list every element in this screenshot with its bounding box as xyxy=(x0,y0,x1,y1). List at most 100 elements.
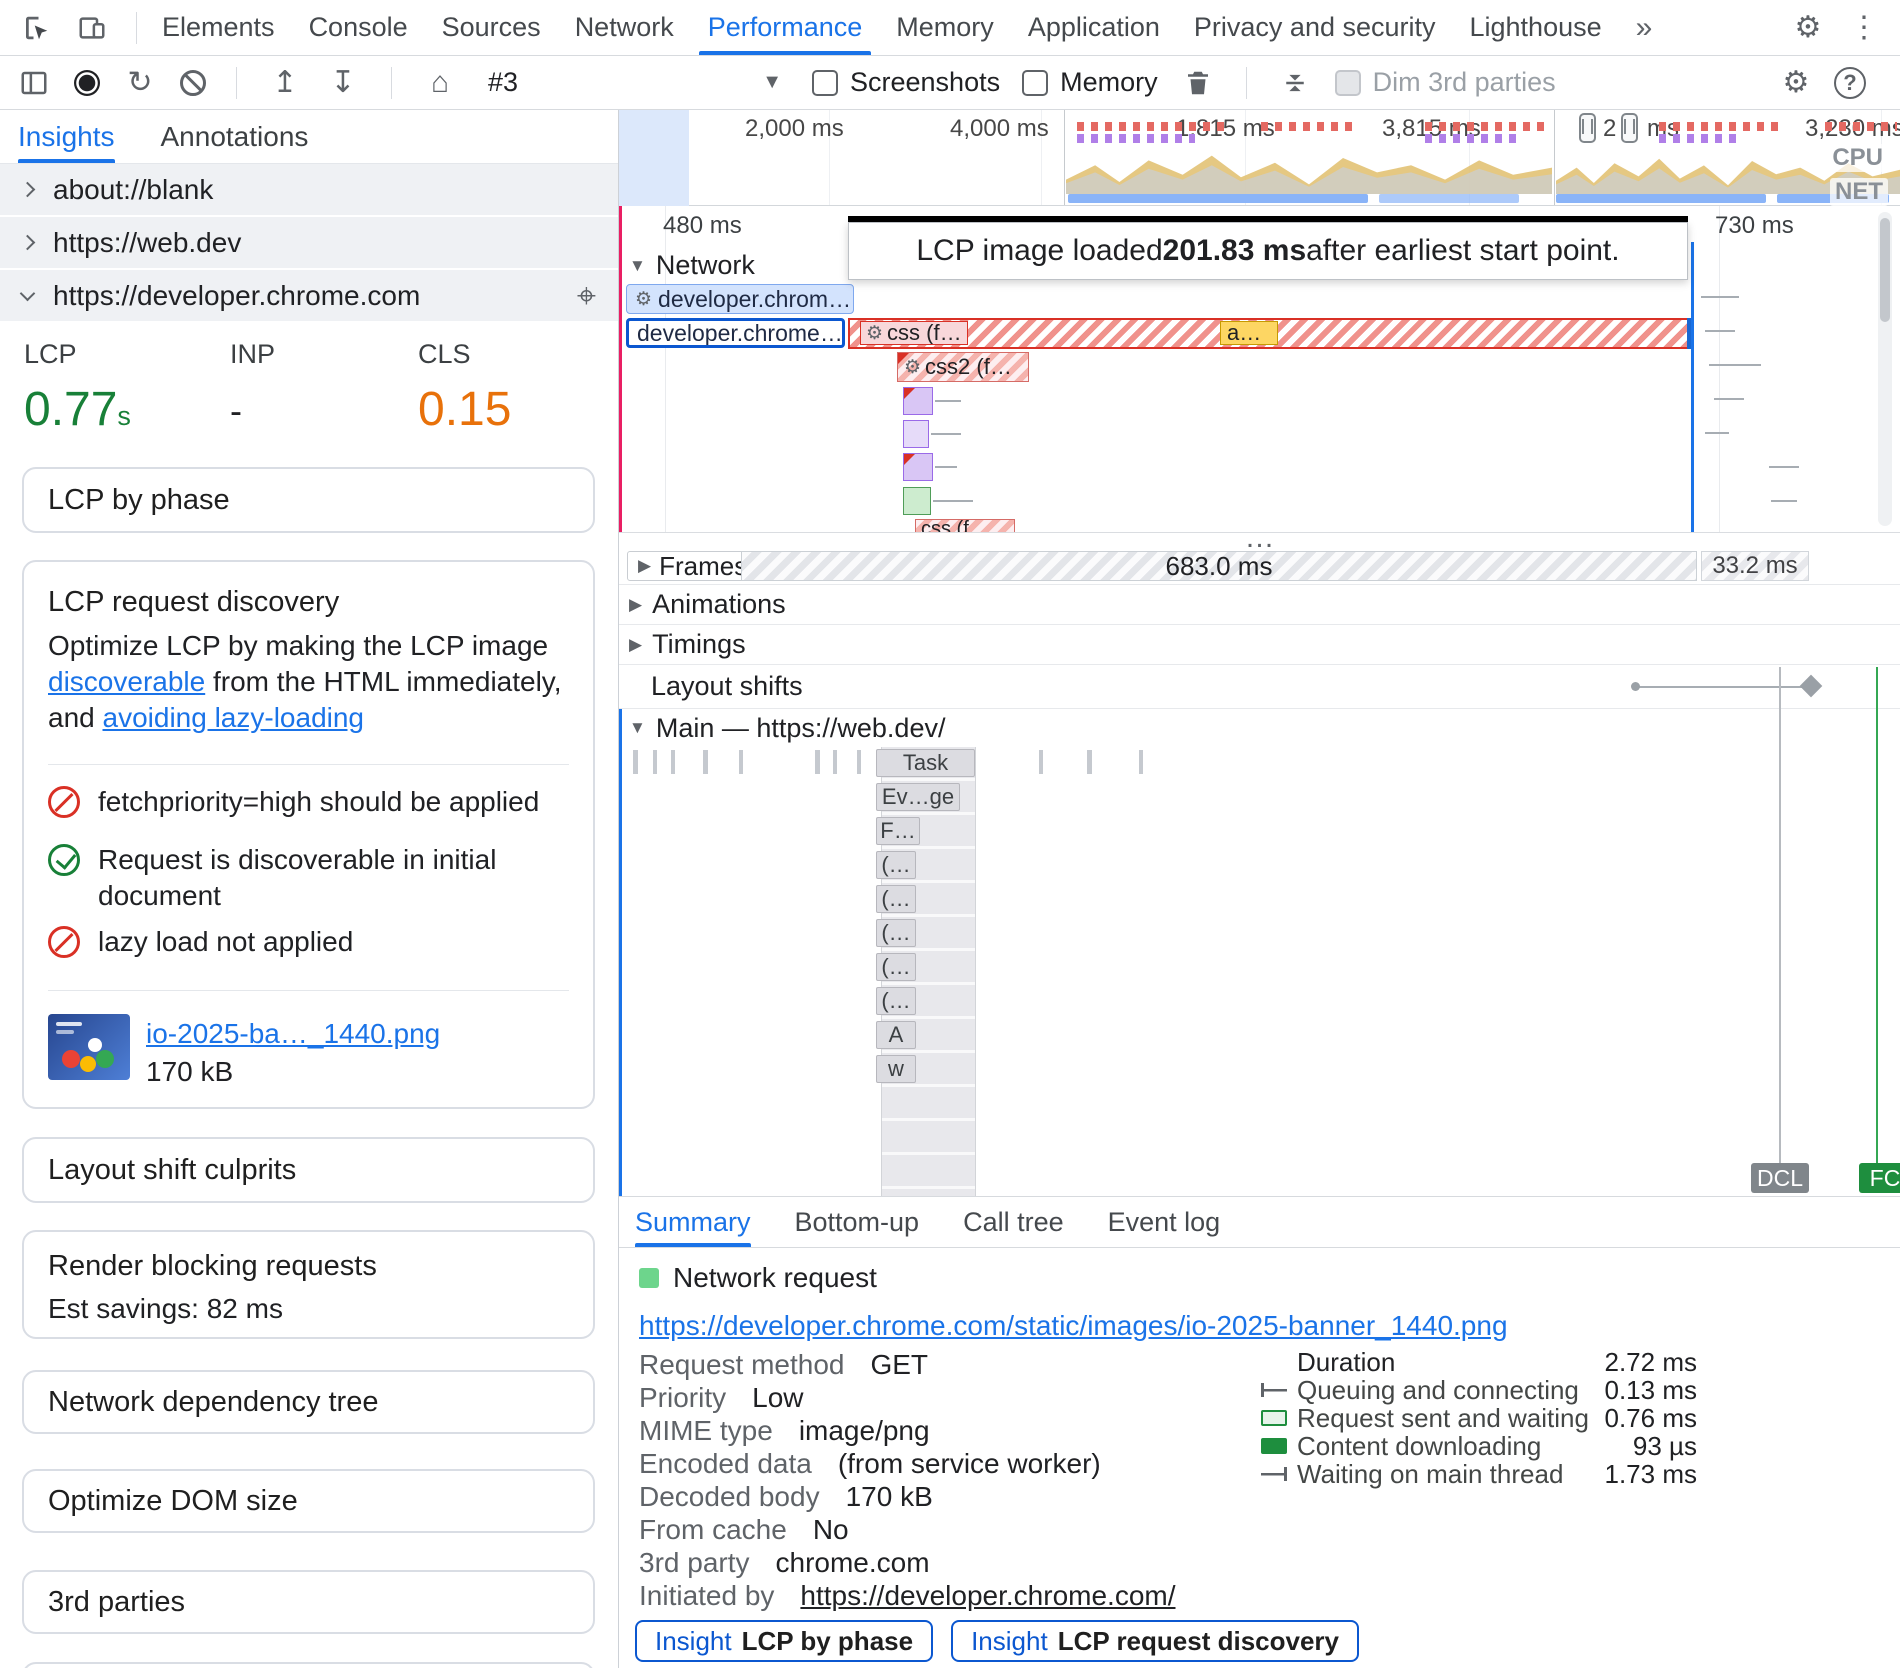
performance-settings-gear-icon[interactable]: ⚙ xyxy=(1778,65,1814,101)
inspect-element-icon[interactable] xyxy=(18,10,54,46)
main-thread-track-header[interactable]: ▼Main — https://web.dev/ xyxy=(619,709,1900,747)
dim-3rd-parties-checkbox[interactable]: Dim 3rd parties xyxy=(1335,67,1556,98)
task-bar[interactable]: (… xyxy=(876,953,916,981)
main-thread-flame-chart[interactable]: Task Ev…ge F… (… (… (… (… (… A w xyxy=(619,747,1900,1196)
window-left-handle[interactable] xyxy=(1579,113,1596,143)
network-flame-chart[interactable]: 480 ms 730 ms LCP image loaded 201.83 ms… xyxy=(619,206,1900,533)
insight-lcp-by-phase-button[interactable]: Insight LCP by phase xyxy=(635,1620,933,1662)
task-bar[interactable]: (… xyxy=(876,919,916,947)
screenshots-checkbox[interactable]: Screenshots xyxy=(812,67,1000,98)
task-bar[interactable]: (… xyxy=(876,851,916,879)
task-bar[interactable]: Ev…ge xyxy=(876,783,960,811)
insight-lcp-request-discovery-button[interactable]: Insight LCP request discovery xyxy=(951,1620,1359,1662)
insight-card-render-blocking[interactable]: Render blocking requests Est savings: 82… xyxy=(22,1230,595,1339)
request-url-link[interactable]: https://developer.chrome.com/static/imag… xyxy=(639,1310,1508,1342)
task-bar[interactable]: (… xyxy=(876,987,916,1015)
css-request-chip[interactable]: ⚙ css (f… xyxy=(860,321,968,345)
insight-card-layout-shift-culprits[interactable]: Layout shift culprits xyxy=(22,1137,595,1203)
scrollbar-track[interactable] xyxy=(1878,212,1892,526)
activity-tick xyxy=(703,750,708,774)
insight-card-partial[interactable] xyxy=(22,1662,595,1668)
collapse-tracks-icon[interactable] xyxy=(1277,65,1313,101)
avoid-lazy-loading-link[interactable]: avoiding lazy-loading xyxy=(103,702,365,733)
frame-duration-bar[interactable]: 683.0 ms xyxy=(741,551,1697,581)
thumbnail-ball xyxy=(88,1038,102,1052)
insight-card-lcp-by-phase[interactable]: LCP by phase xyxy=(22,467,595,533)
insight-card-network-dependency-tree[interactable]: Network dependency tree xyxy=(22,1370,595,1434)
tab-call-tree[interactable]: Call tree xyxy=(963,1197,1064,1247)
tab-bottom-up[interactable]: Bottom-up xyxy=(795,1197,920,1247)
navigation-item-web-dev[interactable]: https://web.dev xyxy=(0,217,618,268)
history-select[interactable]: #3 ▼ xyxy=(480,67,790,98)
frames-track[interactable]: ▶ Frames 683.0 ms 33.2 ms xyxy=(619,547,1900,585)
network-track-header[interactable]: ▼ Network xyxy=(629,250,755,281)
timings-track[interactable]: ▶Timings xyxy=(619,625,1900,665)
tab-sources[interactable]: Sources xyxy=(425,0,558,55)
animations-track[interactable]: ▶Animations xyxy=(619,585,1900,625)
reload-and-record-icon[interactable]: ↻ xyxy=(122,65,158,101)
tab-network[interactable]: Network xyxy=(558,0,691,55)
export-profile-icon[interactable]: ↧ xyxy=(325,65,361,101)
layout-shift-diamond[interactable] xyxy=(1800,675,1823,698)
help-icon[interactable]: ? xyxy=(1834,67,1866,99)
record-button[interactable] xyxy=(74,70,100,96)
request-chip-small[interactable] xyxy=(903,387,933,415)
device-toolbar-icon[interactable] xyxy=(74,10,110,46)
render-blocking-request-bar[interactable]: ⚙ css (f… a… xyxy=(848,318,1694,349)
settings-gear-icon[interactable]: ⚙ xyxy=(1790,10,1826,46)
task-bar[interactable]: A xyxy=(876,1021,916,1049)
css-request-chip-clipped[interactable]: css (f xyxy=(915,519,1015,533)
scrollbar-thumb[interactable] xyxy=(1880,218,1890,322)
discoverable-link[interactable]: discoverable xyxy=(48,666,205,697)
layout-shifts-track[interactable]: Layout shifts xyxy=(619,665,1900,709)
memory-checkbox[interactable]: Memory xyxy=(1022,67,1158,98)
task-bar[interactable]: Task xyxy=(876,749,975,777)
window-right-handle[interactable] xyxy=(1621,113,1638,143)
live-metrics-home-icon[interactable]: ⌂ xyxy=(422,65,458,101)
request-chip-small[interactable] xyxy=(903,453,933,481)
insight-card-optimize-dom-size[interactable]: Optimize DOM size xyxy=(22,1469,595,1533)
insight-card-3rd-parties[interactable]: 3rd parties xyxy=(22,1570,595,1634)
tab-lighthouse[interactable]: Lighthouse xyxy=(1453,0,1619,55)
lcp-image-file-link[interactable]: io-2025-ba…_1440.png xyxy=(146,1018,440,1050)
tab-privacy-and-security[interactable]: Privacy and security xyxy=(1177,0,1453,55)
task-bar[interactable]: (… xyxy=(876,885,916,913)
initiator-link[interactable]: https://developer.chrome.com/ xyxy=(800,1580,1175,1612)
tab-annotations[interactable]: Annotations xyxy=(161,110,309,163)
insight-card-lcp-request-discovery[interactable]: LCP request discovery Optimize LCP by ma… xyxy=(22,560,595,1109)
navigation-item-about-blank[interactable]: about://blank xyxy=(0,164,618,215)
field-measurement-icon[interactable]: ⌖ xyxy=(577,279,596,313)
selected-network-request-chip[interactable]: developer.chrome… xyxy=(626,318,845,348)
tab-performance[interactable]: Performance xyxy=(691,0,880,55)
frame-duration-bar-tail[interactable]: 33.2 ms xyxy=(1701,551,1809,581)
track-resize-handle[interactable]: … xyxy=(619,533,1900,547)
more-tabs-icon[interactable]: » xyxy=(1619,0,1670,55)
tab-memory[interactable]: Memory xyxy=(879,0,1011,55)
font-request-chip[interactable]: a… xyxy=(1220,321,1278,345)
fcp-marker-badge[interactable]: FC xyxy=(1859,1163,1900,1193)
navigation-item-developer-chrome[interactable]: https://developer.chrome.com ⌖ xyxy=(0,270,618,321)
kebab-menu-icon[interactable]: ⋮ xyxy=(1846,10,1882,46)
tab-insights[interactable]: Insights xyxy=(18,110,115,163)
request-chip-small[interactable] xyxy=(903,487,931,515)
task-bar[interactable]: F… xyxy=(876,817,920,845)
import-profile-icon[interactable]: ↥ xyxy=(267,65,303,101)
tab-event-log[interactable]: Event log xyxy=(1108,1197,1221,1247)
css2-request-chip[interactable]: ⚙ css2 (f… xyxy=(897,352,1029,382)
collect-garbage-icon[interactable] xyxy=(1180,65,1216,101)
field-label: Request method xyxy=(639,1349,844,1381)
network-request-chip[interactable]: ⚙ developer.chrom… xyxy=(626,284,854,314)
clear-recording-icon[interactable] xyxy=(180,70,206,96)
request-whisker xyxy=(1709,364,1761,366)
toggle-sidebar-icon[interactable] xyxy=(16,65,52,101)
frames-track-header[interactable]: ▶ Frames xyxy=(627,551,758,581)
tab-summary[interactable]: Summary xyxy=(635,1197,751,1247)
timeline-overview[interactable]: 2,000 ms 4,000 ms 1,815 ms 3,815 ms 2 ms… xyxy=(619,110,1900,206)
tab-elements[interactable]: Elements xyxy=(145,0,292,55)
tab-application[interactable]: Application xyxy=(1011,0,1177,55)
tab-console[interactable]: Console xyxy=(292,0,425,55)
task-bar[interactable]: w xyxy=(876,1055,916,1083)
divider xyxy=(136,12,137,44)
request-chip-small[interactable] xyxy=(903,420,929,448)
dcl-marker-badge[interactable]: DCL xyxy=(1751,1163,1809,1193)
